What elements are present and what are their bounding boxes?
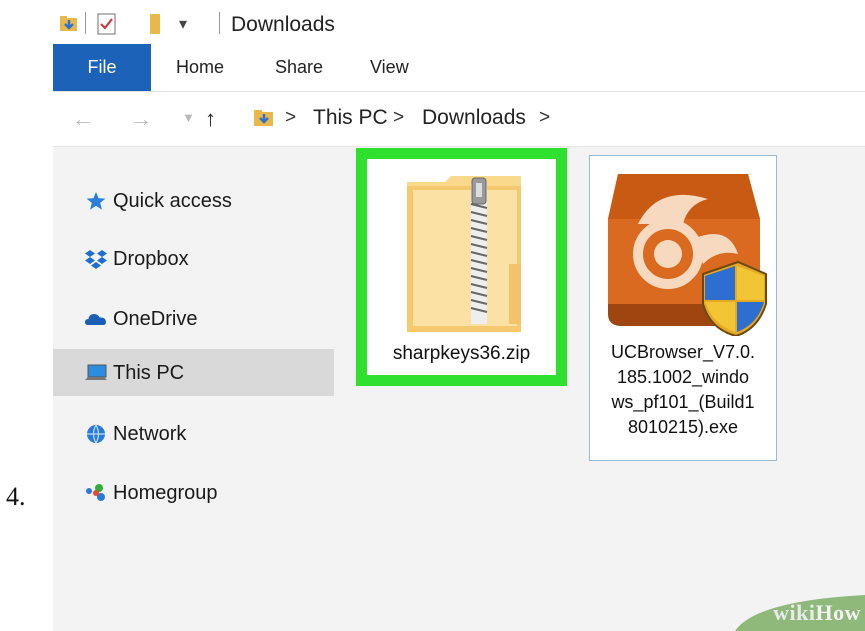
sidebar-item-label: Dropbox bbox=[113, 247, 189, 270]
sidebar-item-label: This PC bbox=[113, 361, 185, 384]
up-arrow-icon[interactable]: ↑ bbox=[205, 106, 216, 132]
watermark-how: How bbox=[815, 600, 861, 625]
zip-folder-icon bbox=[405, 174, 525, 339]
network-icon bbox=[83, 421, 109, 447]
forward-arrow-icon[interactable]: → bbox=[130, 106, 152, 132]
star-pin-icon bbox=[83, 188, 109, 214]
sidebar-item-dropbox[interactable]: Dropbox bbox=[83, 246, 189, 272]
divider bbox=[85, 12, 86, 34]
tab-home[interactable]: Home bbox=[176, 44, 224, 91]
highlight-box: sharpkeys36.zip bbox=[356, 148, 567, 386]
file-name-line: 185.1002_windo bbox=[616, 367, 750, 387]
file-item-zip[interactable]: sharpkeys36.zip bbox=[367, 159, 556, 375]
sidebar-item-network[interactable]: Network bbox=[83, 421, 186, 447]
explorer-folder-icon[interactable] bbox=[59, 12, 79, 36]
dropbox-icon bbox=[83, 246, 109, 272]
window-title: Downloads bbox=[231, 13, 335, 36]
file-name-line: 8010215).exe bbox=[627, 417, 739, 437]
sidebar-item-label: OneDrive bbox=[113, 307, 198, 330]
title-bar: ▾ Downloads bbox=[53, 0, 865, 44]
computer-icon bbox=[83, 360, 109, 386]
wikihow-watermark: wikiHow bbox=[715, 595, 865, 631]
sidebar-item-label: Network bbox=[113, 422, 187, 445]
file-name: UCBrowser_V7.0. 185.1002_windo ws_pf101_… bbox=[590, 340, 776, 440]
step-number: 4. bbox=[6, 482, 26, 511]
back-arrow-icon[interactable]: ← bbox=[72, 106, 94, 132]
file-name-line: ws_pf101_(Build1 bbox=[611, 392, 755, 412]
file-item-exe[interactable]: UCBrowser_V7.0. 185.1002_windo ws_pf101_… bbox=[589, 155, 777, 461]
tab-share[interactable]: Share bbox=[275, 44, 323, 91]
breadcrumb-chevron-icon[interactable]: > bbox=[285, 107, 296, 129]
breadcrumb-downloads[interactable]: Downloads bbox=[422, 106, 526, 130]
ribbon-tabs: File Home Share View bbox=[53, 44, 865, 92]
address-bar: ← → ▼ ↑ > This PC > Downloads > bbox=[53, 92, 865, 147]
new-folder-icon[interactable] bbox=[149, 12, 161, 36]
tab-view[interactable]: View bbox=[370, 44, 409, 91]
cloud-icon bbox=[83, 306, 109, 332]
ucbrowser-installer-icon bbox=[598, 164, 770, 341]
sidebar-item-onedrive[interactable]: OneDrive bbox=[83, 306, 197, 332]
properties-icon[interactable] bbox=[97, 12, 117, 36]
file-explorer-window: ▾ Downloads File Home Share View ← → ▼ ↑… bbox=[53, 0, 865, 631]
breadcrumb-chevron-icon[interactable]: > bbox=[539, 107, 550, 129]
downloads-folder-icon bbox=[253, 108, 275, 133]
homegroup-icon bbox=[83, 480, 109, 506]
customize-toolbar-icon[interactable]: ▾ bbox=[179, 12, 187, 36]
sidebar-item-quick-access[interactable]: Quick access bbox=[83, 188, 232, 214]
file-name-line: UCBrowser_V7.0. bbox=[610, 342, 756, 362]
breadcrumb-chevron-icon[interactable]: > bbox=[393, 107, 404, 129]
divider bbox=[219, 12, 220, 34]
sidebar-item-this-pc[interactable]: This PC bbox=[83, 360, 184, 386]
tab-file[interactable]: File bbox=[53, 44, 151, 91]
sidebar-item-homegroup[interactable]: Homegroup bbox=[83, 480, 218, 506]
sidebar-item-label: Homegroup bbox=[113, 481, 218, 504]
file-name: sharpkeys36.zip bbox=[392, 343, 531, 364]
sidebar-item-label: Quick access bbox=[113, 189, 232, 212]
recent-locations-chevron-icon[interactable]: ▼ bbox=[182, 110, 195, 125]
breadcrumb-this-pc[interactable]: This PC bbox=[313, 106, 388, 130]
watermark-wiki: wiki bbox=[773, 600, 816, 625]
